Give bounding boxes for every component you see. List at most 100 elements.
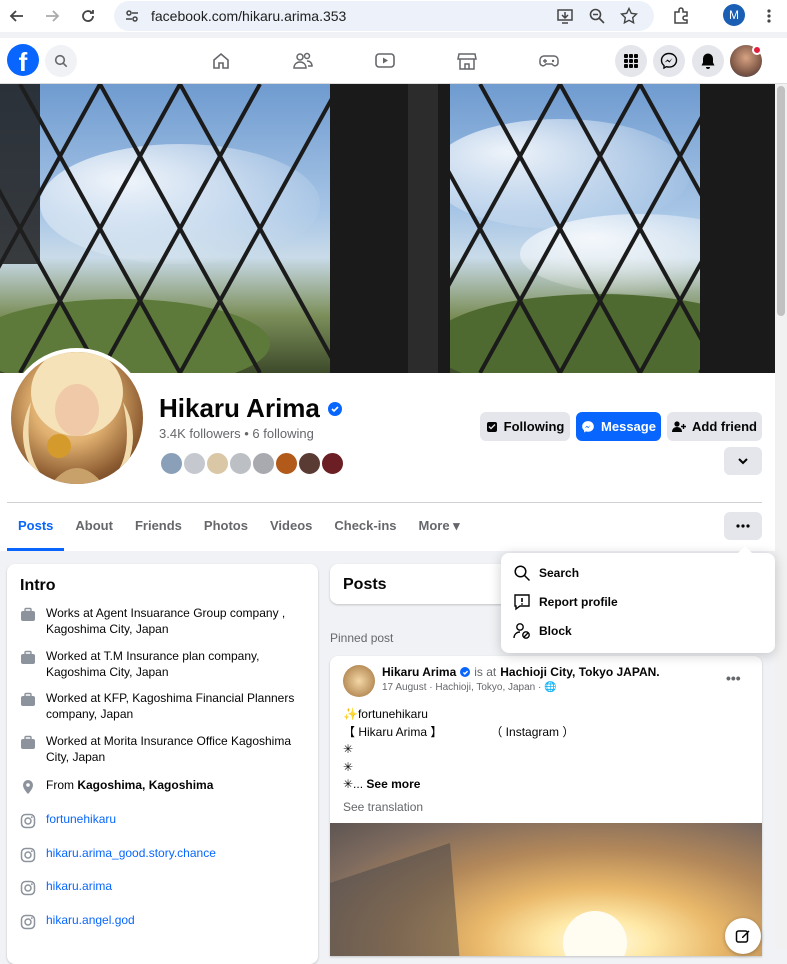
post-is-at: is at <box>474 665 497 679</box>
cover-window-lattice <box>0 84 775 373</box>
follower-avatar[interactable] <box>159 451 184 476</box>
messenger-icon <box>582 420 594 432</box>
post-author-name[interactable]: Hikaru Arima <box>382 665 456 679</box>
follower-avatar[interactable] <box>228 451 253 476</box>
post-location[interactable]: Hachioji City, Tokyo JAPAN. <box>500 665 659 679</box>
intro-from-place[interactable]: Kagoshima, Kagoshima <box>77 778 213 792</box>
tab-photos[interactable]: Photos <box>193 511 259 551</box>
zoom-icon[interactable] <box>588 7 606 30</box>
tab-check-ins[interactable]: Check-ins <box>323 511 407 551</box>
edit-icon <box>735 930 750 943</box>
reload-icon[interactable] <box>76 4 100 28</box>
gaming-nav-icon[interactable] <box>537 50 561 72</box>
intro-link[interactable]: hikaru.angel.god <box>46 912 135 930</box>
bell-icon <box>701 53 715 69</box>
post-meta[interactable]: 17 August · Hachioji, Tokyo, Japan · 🌐 <box>382 682 557 693</box>
forward-icon[interactable] <box>40 4 64 28</box>
profile-options-button[interactable] <box>724 512 762 540</box>
intro-work-item: Worked at Morita Insurance Office Kagosh… <box>20 733 305 765</box>
site-settings-icon[interactable] <box>124 8 140 29</box>
add-friend-icon <box>672 420 686 432</box>
intro-link-item: fortunehikaru <box>20 811 305 829</box>
sunset-art <box>330 843 627 956</box>
address-bar[interactable]: facebook.com/hikaru.arima.353 <box>114 1 654 31</box>
account-notification-dot <box>752 45 762 55</box>
tab-videos[interactable]: Videos <box>259 511 323 551</box>
url-text[interactable]: facebook.com/hikaru.arima.353 <box>151 8 346 24</box>
follower-avatar[interactable] <box>205 451 230 476</box>
follower-avatar[interactable] <box>320 451 345 476</box>
follower-avatar[interactable] <box>297 451 322 476</box>
browser-toolbar: facebook.com/hikaru.arima.353 M <box>0 0 787 32</box>
post-text-line: ✳... See more <box>343 776 574 794</box>
add-friend-label: Add friend <box>692 419 757 434</box>
post-author-avatar[interactable] <box>343 665 375 697</box>
briefcase-icon <box>21 607 35 621</box>
facebook-search-button[interactable] <box>45 45 77 77</box>
intro-work-text: Worked at Morita Insurance Office Kagosh… <box>46 734 292 764</box>
instagram-icon <box>20 880 36 896</box>
bookmark-star-icon[interactable] <box>619 6 639 30</box>
intro-link[interactable]: hikaru.arima_good.story.chance <box>46 845 216 863</box>
intro-card: Intro Works at Agent Insuarance Group co… <box>7 564 318 964</box>
more-dots-icon <box>736 524 750 528</box>
profile-more-button[interactable] <box>724 447 762 475</box>
followers-avatars[interactable] <box>159 451 345 477</box>
browser-profile-avatar[interactable]: M <box>723 4 745 26</box>
intro-work-text: Works at Agent Insuarance Group company … <box>46 606 286 636</box>
messenger-button[interactable] <box>653 45 685 77</box>
profile-name-row: Hikaru Arima <box>159 393 342 424</box>
tab-about[interactable]: About <box>64 511 124 551</box>
verified-badge-icon <box>327 401 342 416</box>
profile-divider <box>7 502 762 503</box>
watch-nav-icon[interactable] <box>373 50 397 72</box>
intro-from-prefix: From <box>46 778 78 792</box>
tab-posts[interactable]: Posts <box>7 511 65 551</box>
notifications-button[interactable] <box>692 45 724 77</box>
see-translation-link[interactable]: See translation <box>343 800 423 814</box>
back-icon[interactable] <box>5 4 29 28</box>
cover-photo[interactable] <box>0 84 775 373</box>
tab-friends[interactable]: Friends <box>124 511 193 551</box>
menu-item-report-profile[interactable]: Report profile <box>501 587 775 616</box>
profile-picture[interactable] <box>7 348 147 488</box>
menu-item-search[interactable]: Search <box>501 558 775 587</box>
following-button[interactable]: Following <box>480 412 570 441</box>
message-label: Message <box>601 419 656 434</box>
facebook-top-bar: f <box>0 38 787 84</box>
menu-item-block[interactable]: Block <box>501 616 775 645</box>
briefcase-icon <box>21 735 35 749</box>
friends-nav-icon[interactable] <box>291 50 315 72</box>
facebook-logo[interactable]: f <box>7 44 39 76</box>
verified-badge-icon <box>460 667 471 677</box>
follower-avatar[interactable] <box>274 451 299 476</box>
see-more-link[interactable]: See more <box>366 777 420 791</box>
tab-more[interactable]: More ▾ <box>408 511 471 551</box>
intro-work-item: Works at Agent Insuarance Group company … <box>20 605 305 637</box>
browser-menu-icon[interactable] <box>757 4 781 28</box>
extensions-icon[interactable] <box>669 4 693 28</box>
instagram-icon <box>20 847 36 863</box>
post-text-line: 【 Hikaru Arima 】 （ Instagram ） <box>343 724 575 739</box>
follower-avatar[interactable] <box>182 451 207 476</box>
intro-link[interactable]: fortunehikaru <box>46 811 116 829</box>
install-app-icon[interactable] <box>556 7 574 30</box>
followers-count[interactable]: 3.4K followers • 6 following <box>159 426 314 441</box>
intro-link-item: hikaru.angel.god <box>20 912 305 930</box>
message-button[interactable]: Message <box>576 412 661 441</box>
briefcase-icon <box>21 650 35 664</box>
page-scrollbar-thumb[interactable] <box>777 86 785 316</box>
home-nav-icon[interactable] <box>209 50 233 72</box>
intro-title: Intro <box>20 577 56 594</box>
marketplace-nav-icon[interactable] <box>455 50 479 72</box>
post-photo[interactable] <box>330 823 762 956</box>
post-options-icon[interactable]: ••• <box>726 670 741 686</box>
follower-avatar[interactable] <box>251 451 276 476</box>
following-icon <box>486 421 497 432</box>
menu-grid-button[interactable] <box>615 45 647 77</box>
intro-link-item: hikaru.arima_good.story.chance <box>20 845 305 863</box>
intro-link[interactable]: hikaru.arima <box>46 878 112 896</box>
following-label: Following <box>503 419 565 434</box>
intro-work-item: Worked at T.M Insurance plan company, Ka… <box>20 648 305 680</box>
add-friend-button[interactable]: Add friend <box>667 412 762 441</box>
